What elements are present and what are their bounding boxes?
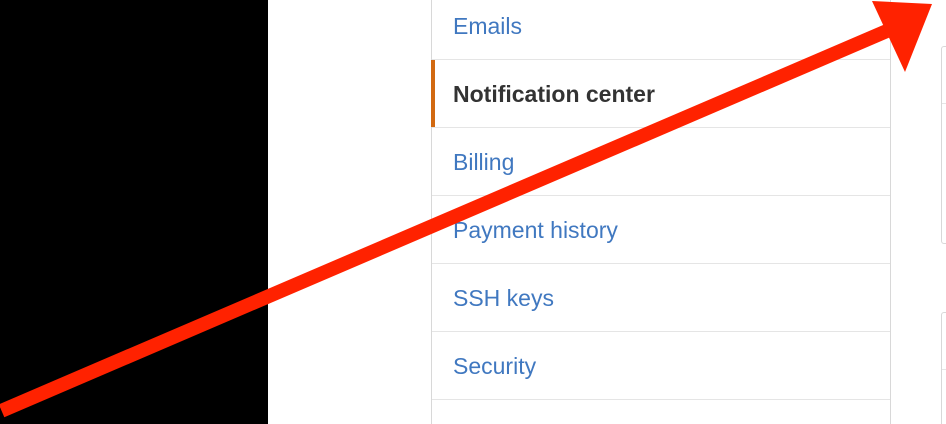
menu-item-notification-center[interactable]: Notification center bbox=[431, 60, 890, 128]
menu-item-label: Security bbox=[453, 353, 537, 379]
panel-divider bbox=[942, 369, 946, 370]
blacked-out-region bbox=[0, 0, 268, 424]
content-panel-top bbox=[941, 46, 946, 244]
menu-item-security[interactable]: Security bbox=[432, 332, 890, 400]
settings-menu: Emails Notification center Billing Payme… bbox=[431, 0, 891, 424]
content-panel-bottom bbox=[941, 312, 946, 424]
menu-item-ssh-keys[interactable]: SSH keys bbox=[432, 264, 890, 332]
menu-item-label: Payment history bbox=[453, 217, 618, 243]
screenshot-stage: Emails Notification center Billing Payme… bbox=[0, 0, 946, 424]
menu-item-payment-history[interactable]: Payment history bbox=[432, 196, 890, 264]
menu-item-label: SSH keys bbox=[453, 285, 554, 311]
menu-item-billing[interactable]: Billing bbox=[432, 128, 890, 196]
panel-divider bbox=[942, 103, 946, 104]
menu-item-label: Notification center bbox=[453, 81, 655, 107]
menu-item-emails[interactable]: Emails bbox=[432, 0, 890, 60]
menu-item-label: Emails bbox=[453, 13, 523, 39]
menu-item-label: Billing bbox=[453, 149, 515, 175]
menu-item-next-partial[interactable] bbox=[432, 400, 890, 424]
